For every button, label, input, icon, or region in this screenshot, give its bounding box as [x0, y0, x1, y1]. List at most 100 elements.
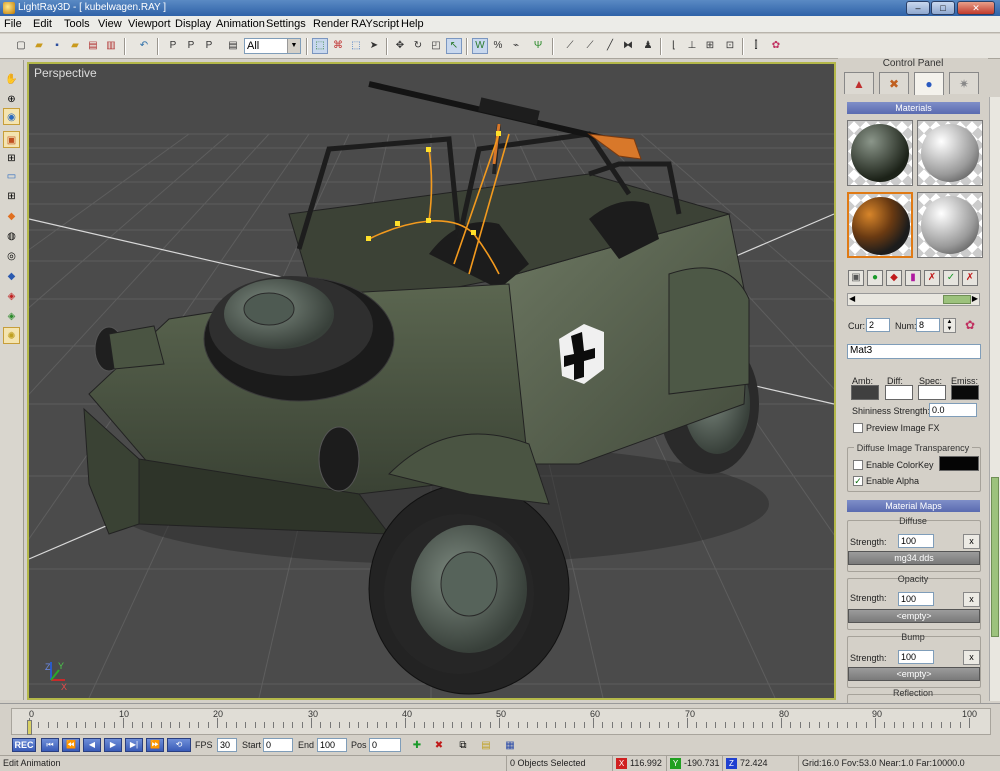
pen-icon[interactable]: ⟋: [562, 38, 578, 54]
control-panel-scrollbar[interactable]: [989, 97, 1000, 701]
diffuse-map-file-button[interactable]: mg34.dds: [848, 551, 980, 565]
undo-icon[interactable]: ↶: [136, 38, 152, 54]
hand-icon[interactable]: ✋: [3, 70, 20, 87]
select-filter-dropdown[interactable]: All ▼: [244, 38, 301, 54]
ambient-color-swatch[interactable]: [851, 385, 879, 400]
cube-icon[interactable]: ◆: [3, 267, 20, 284]
scroll-left-icon[interactable]: ◀: [849, 294, 855, 303]
pick-icon[interactable]: ↖: [446, 38, 462, 54]
knife-icon[interactable]: Ψ: [530, 38, 546, 54]
frame-icon[interactable]: ⊡: [722, 38, 738, 54]
menu-view[interactable]: View: [98, 17, 122, 31]
control-panel-scroll-thumb[interactable]: [991, 477, 999, 637]
menu-display[interactable]: Display: [175, 17, 211, 31]
opacity-map-file-button[interactable]: <empty>: [848, 609, 980, 623]
print-icon[interactable]: ▤: [85, 38, 101, 54]
render-tab-icon[interactable]: ✷: [949, 72, 979, 94]
num-input[interactable]: 8: [916, 318, 940, 332]
material-cube-icon[interactable]: ▣: [848, 270, 864, 286]
cylinder-icon[interactable]: ◎: [3, 247, 20, 264]
bump-strength-input[interactable]: 100: [898, 650, 934, 664]
grid-small-icon[interactable]: ⊞: [3, 149, 20, 166]
menu-tools[interactable]: Tools: [64, 17, 90, 31]
viewport-perspective[interactable]: Z Y X Perspective: [27, 62, 836, 700]
end-input[interactable]: 100: [317, 738, 347, 752]
viewport-label[interactable]: Perspective: [34, 66, 97, 80]
move-icon[interactable]: ✥: [392, 38, 408, 54]
menu-animation[interactable]: Animation: [216, 17, 265, 31]
tools-tab-icon[interactable]: ✖: [879, 72, 909, 94]
new-icon[interactable]: ▢: [13, 38, 29, 54]
menu-help[interactable]: Help: [401, 17, 424, 31]
cur-input[interactable]: 2: [866, 318, 890, 332]
enable-colorkey-checkbox[interactable]: [853, 460, 863, 470]
materials-tab-icon[interactable]: ●: [914, 72, 944, 95]
line-icon[interactable]: ╱: [602, 38, 618, 54]
enable-alpha-checkbox[interactable]: ✓: [853, 476, 863, 486]
select-point-icon[interactable]: P: [165, 38, 181, 54]
eye-icon[interactable]: ◉: [3, 108, 20, 125]
select-face-icon[interactable]: P: [201, 38, 217, 54]
material-name-input[interactable]: Mat3: [847, 344, 981, 359]
maximize-button[interactable]: □: [931, 1, 955, 15]
material-scrollbar[interactable]: ◀ ▶: [847, 293, 980, 306]
menu-edit[interactable]: Edit: [33, 17, 52, 31]
filter-icon[interactable]: ▤: [225, 38, 241, 54]
light-bulb-icon[interactable]: ✺: [3, 327, 20, 344]
material-slot-4[interactable]: [917, 192, 983, 258]
delete-key-icon[interactable]: ✖: [431, 738, 447, 753]
color-palette-icon[interactable]: ✿: [961, 317, 979, 334]
open-folder-icon[interactable]: ▰: [67, 38, 83, 54]
scroll-right-icon[interactable]: ▶: [972, 294, 978, 303]
shininess-input[interactable]: 0.0: [929, 403, 977, 417]
num-stepper[interactable]: ▲ ▼: [943, 318, 956, 333]
diffuse-clear-button[interactable]: x: [963, 534, 980, 549]
diffuse-color-swatch[interactable]: [885, 385, 913, 400]
scale-icon[interactable]: ◰: [428, 38, 444, 54]
material-shield-icon[interactable]: ◆: [886, 270, 902, 286]
select-box-icon[interactable]: ▣: [3, 131, 20, 148]
opacity-clear-button[interactable]: x: [963, 592, 980, 607]
material-editor-icon[interactable]: ⫿: [748, 38, 764, 54]
arrow-select-icon[interactable]: ➤: [366, 38, 382, 54]
save-icon[interactable]: ▪: [49, 38, 65, 54]
first-frame-icon[interactable]: ⏮: [41, 738, 59, 752]
menu-render[interactable]: Render: [313, 17, 349, 31]
eraser-icon[interactable]: ◆: [3, 207, 20, 224]
timeline-playhead[interactable]: [27, 720, 32, 735]
diffuse-strength-input[interactable]: 100: [898, 534, 934, 548]
select-poly-icon[interactable]: P: [183, 38, 199, 54]
copy-key-icon[interactable]: ⧉: [455, 738, 471, 753]
menu-rayscript[interactable]: RAYscript: [351, 17, 399, 31]
grid-icon[interactable]: ⊞: [702, 38, 718, 54]
material-slot-2[interactable]: [917, 120, 983, 186]
menu-viewport[interactable]: Viewport: [128, 17, 171, 31]
minimize-button[interactable]: –: [906, 1, 930, 15]
preview-fx-checkbox[interactable]: [853, 423, 863, 433]
delete-material-icon[interactable]: ✗: [924, 270, 940, 286]
rewind-icon[interactable]: ⏪: [62, 738, 80, 752]
bump-clear-button[interactable]: x: [963, 650, 980, 665]
loop-icon[interactable]: ⟲: [167, 738, 191, 752]
menu-file[interactable]: File: [4, 17, 22, 31]
weld-icon[interactable]: W: [472, 38, 488, 54]
material-cylinder-icon[interactable]: ▮: [905, 270, 921, 286]
color-cube-icon[interactable]: ◈: [3, 287, 20, 304]
emissive-color-swatch[interactable]: [951, 385, 979, 400]
lasso-icon[interactable]: ⌘: [330, 38, 346, 54]
pin-icon[interactable]: ⌁: [508, 38, 524, 54]
group-icon[interactable]: ♟: [640, 38, 656, 54]
material-sphere-icon[interactable]: ●: [867, 270, 883, 286]
timeline-ruler[interactable]: 0 10 20 30 40 50 60 70 80 90 100: [11, 708, 991, 735]
next-frame-icon[interactable]: ▶|: [125, 738, 143, 752]
play-icon[interactable]: ▶: [104, 738, 122, 752]
align-icon[interactable]: ⌊: [666, 38, 682, 54]
snap-icon[interactable]: ⊥: [684, 38, 700, 54]
opacity-strength-input[interactable]: 100: [898, 592, 934, 606]
region-select-icon[interactable]: ⬚: [312, 38, 328, 54]
material-slot-1[interactable]: [847, 120, 913, 186]
apply-material-icon[interactable]: ✓: [943, 270, 959, 286]
add-key-icon[interactable]: ✚: [409, 738, 425, 753]
fps-input[interactable]: 30: [217, 738, 237, 752]
fast-forward-icon[interactable]: ⏩: [146, 738, 164, 752]
